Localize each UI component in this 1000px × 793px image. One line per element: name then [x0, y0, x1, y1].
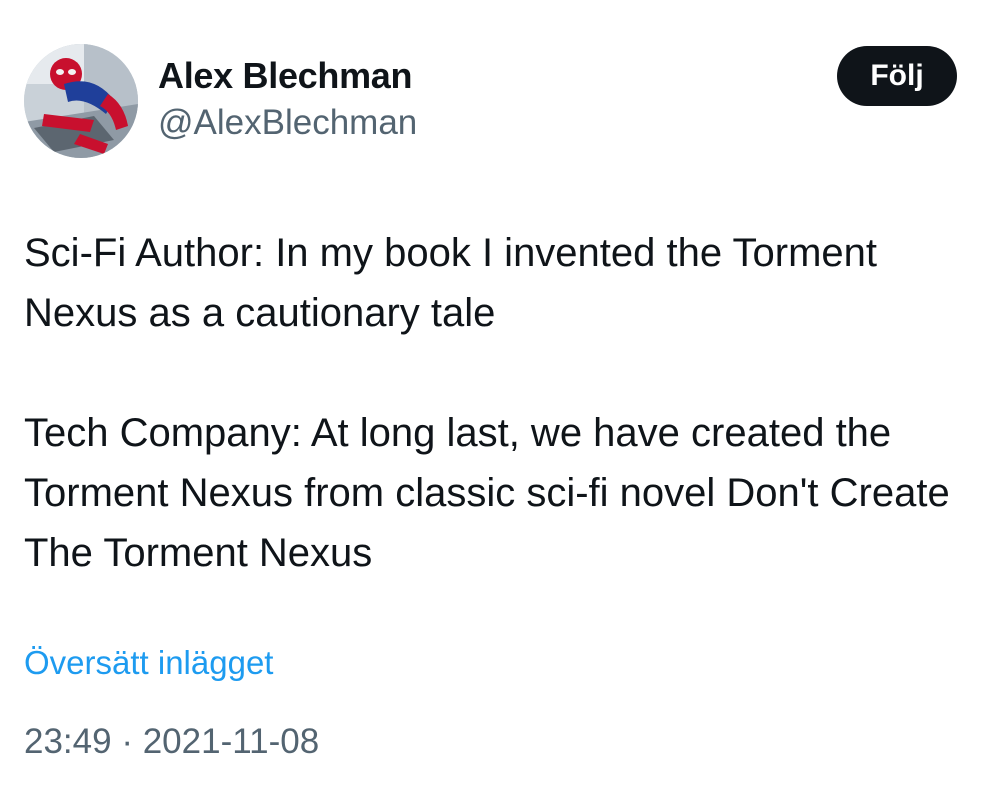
tweet-date: 2021-11-08: [142, 722, 320, 761]
author-handle[interactable]: @AlexBlechman: [158, 102, 417, 144]
tweet: Alex Blechman @AlexBlechman Följ Sci-Fi …: [0, 0, 1000, 793]
follow-button[interactable]: Följ: [837, 46, 957, 106]
timestamp-separator: ·: [121, 722, 133, 761]
tweet-paragraph: Tech Company: At long last, we have crea…: [24, 411, 961, 575]
tweet-text: Sci-Fi Author: In my book I invented the…: [24, 223, 984, 583]
tweet-paragraph: Sci-Fi Author: In my book I invented the…: [24, 231, 889, 335]
author-avatar[interactable]: [24, 44, 138, 158]
translate-post-link[interactable]: Översätt inlägget: [24, 643, 273, 683]
author-display-name[interactable]: Alex Blechman: [158, 54, 413, 98]
tweet-timestamp[interactable]: 23:49 · 2021-11-08: [24, 721, 319, 763]
spider-man-avatar-icon: [24, 44, 138, 158]
tweet-time: 23:49: [24, 722, 112, 761]
